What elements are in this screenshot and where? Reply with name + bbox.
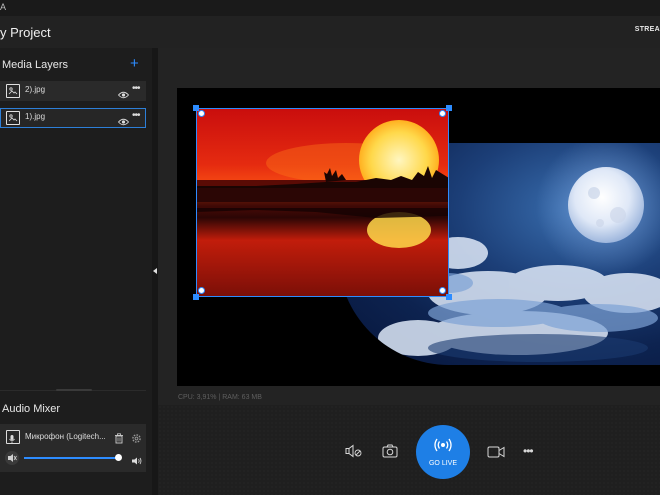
image-icon	[6, 111, 20, 125]
layer-row-1[interactable]: 1).jpg •••	[0, 108, 146, 128]
add-layer-icon[interactable]: +	[130, 56, 139, 71]
rotate-handle-bottom-right[interactable]	[439, 287, 446, 294]
more-icon[interactable]: •••	[132, 110, 140, 121]
eye-icon[interactable]	[117, 86, 130, 104]
window-titlebar: A	[0, 0, 660, 16]
resize-handle-top-right[interactable]	[446, 105, 452, 111]
layer-name: 2).jpg	[25, 85, 46, 94]
stream-button[interactable]: STREA	[635, 26, 660, 33]
resize-handle-bottom-left[interactable]	[193, 294, 199, 300]
rotate-handle-top-left[interactable]	[198, 110, 205, 117]
control-bar-background	[158, 405, 660, 495]
trash-icon[interactable]	[114, 431, 124, 449]
volume-icon[interactable]	[131, 453, 143, 471]
rotate-handle-top-right[interactable]	[439, 110, 446, 117]
broadcast-icon	[433, 437, 453, 460]
speaker-off-icon[interactable]	[345, 444, 363, 463]
go-live-button[interactable]: GO LIVE	[416, 425, 470, 479]
media-layers-title: Media Layers	[2, 59, 69, 71]
microphone-icon	[6, 430, 20, 444]
volume-slider-thumb[interactable]	[114, 454, 122, 461]
layer-name: 1).jpg	[25, 112, 46, 121]
project-title: y Project	[0, 25, 51, 40]
more-icon[interactable]: •••	[132, 83, 140, 94]
rotate-handle-bottom-left[interactable]	[198, 287, 205, 294]
performance-stats: CPU: 3,91% | RAM: 63 MB	[178, 394, 262, 401]
audio-device-name: Микрофон (Logitech...	[25, 432, 106, 441]
collapse-sidebar-icon[interactable]	[153, 268, 157, 274]
image-icon	[6, 84, 20, 98]
go-live-label: GO LIVE	[428, 460, 457, 467]
resize-handle-bottom-right[interactable]	[446, 294, 452, 300]
header-bar: y Project STREA	[0, 16, 660, 48]
resize-handle[interactable]	[56, 389, 92, 391]
selection-box[interactable]	[196, 108, 449, 297]
video-camera-icon[interactable]	[487, 445, 505, 463]
camera-icon[interactable]	[382, 444, 398, 463]
app-title-fragment: A	[0, 2, 7, 12]
mute-icon[interactable]	[5, 451, 19, 465]
eye-icon[interactable]	[117, 113, 130, 131]
more-options-icon[interactable]: •••	[523, 444, 534, 458]
gear-icon[interactable]	[131, 431, 142, 449]
layer-row-2[interactable]: 2).jpg •••	[0, 81, 146, 101]
volume-slider-track[interactable]	[24, 457, 121, 459]
audio-mixer-title: Audio Mixer	[2, 403, 61, 415]
audio-source-row: Микрофон (Logitech...	[0, 424, 146, 472]
